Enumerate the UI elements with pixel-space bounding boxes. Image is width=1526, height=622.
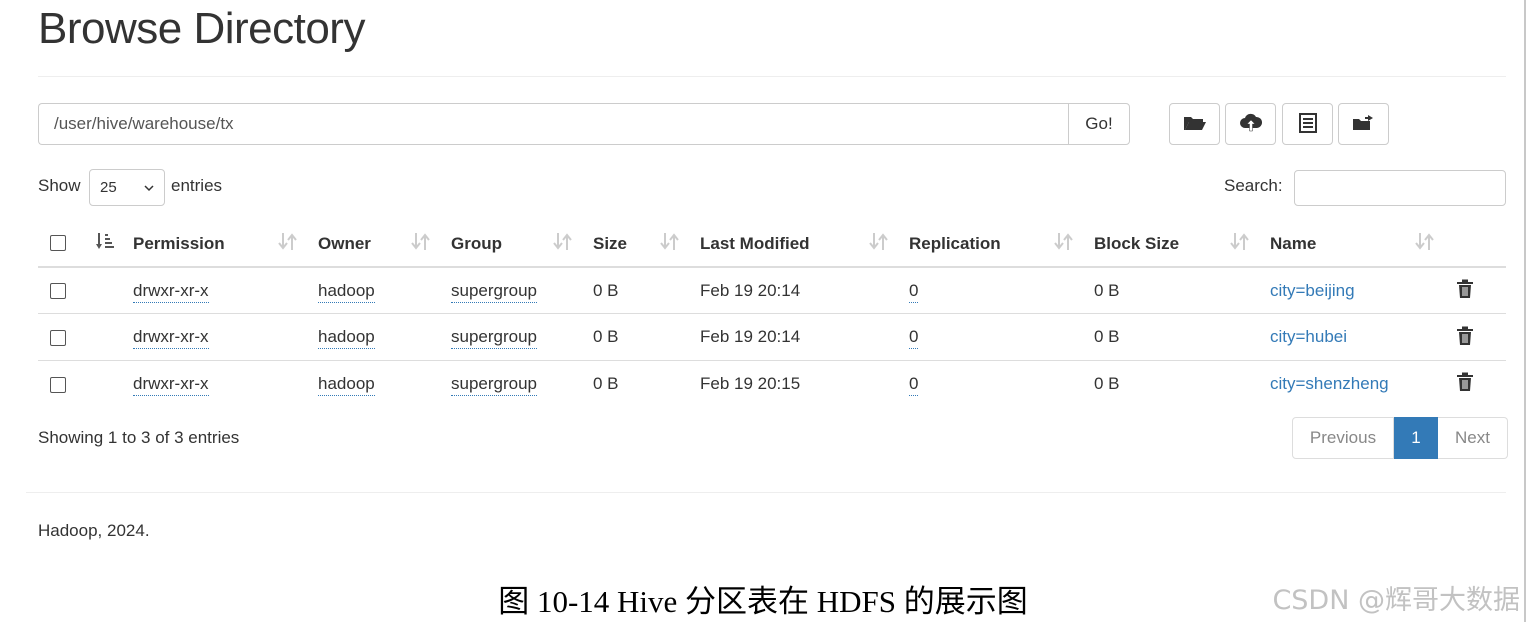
column-header-permission[interactable]: Permission: [133, 234, 225, 254]
folder-move-icon: [1352, 114, 1376, 135]
replication-cell[interactable]: 0: [909, 327, 919, 349]
owner-cell[interactable]: hadoop: [318, 327, 375, 349]
owner-cell[interactable]: hadoop: [318, 374, 375, 396]
last-modified-cell: Feb 19 20:14: [700, 281, 801, 300]
page-length-value: 25: [100, 179, 117, 196]
owner-cell[interactable]: hadoop: [318, 281, 375, 303]
sort-both-icon[interactable]: [1230, 231, 1250, 253]
list-view-button[interactable]: [1282, 103, 1333, 145]
size-cell: 0 B: [593, 374, 619, 393]
replication-cell[interactable]: 0: [909, 374, 919, 396]
trash-icon[interactable]: [1456, 326, 1474, 346]
pagination: Previous 1 Next: [1292, 417, 1508, 459]
size-cell: 0 B: [593, 327, 619, 346]
go-button[interactable]: Go!: [1068, 103, 1130, 145]
trash-icon[interactable]: [1456, 372, 1474, 392]
row-divider: [38, 360, 1506, 361]
block-size-cell: 0 B: [1094, 327, 1120, 346]
sort-amount-icon[interactable]: [95, 231, 115, 253]
block-size-cell: 0 B: [1094, 281, 1120, 300]
permission-cell[interactable]: drwxr-xr-x: [133, 281, 209, 303]
group-cell[interactable]: supergroup: [451, 374, 538, 396]
name-link[interactable]: city=beijing: [1270, 281, 1355, 301]
table-info: Showing 1 to 3 of 3 entries: [38, 428, 240, 447]
sort-both-icon[interactable]: [1415, 231, 1435, 253]
footer-text: Hadoop, 2024.: [38, 521, 150, 540]
group-cell[interactable]: supergroup: [451, 281, 538, 303]
last-modified-cell: Feb 19 20:14: [700, 327, 801, 346]
previous-button[interactable]: Previous: [1292, 417, 1394, 459]
folder-open-icon: [1183, 114, 1207, 135]
upload-button[interactable]: [1225, 103, 1276, 145]
column-header-name[interactable]: Name: [1270, 234, 1316, 254]
move-button[interactable]: [1338, 103, 1389, 145]
page-1-button[interactable]: 1: [1394, 417, 1438, 459]
column-header-replication[interactable]: Replication: [909, 234, 1001, 254]
list-icon: [1298, 112, 1317, 136]
column-header-block-size[interactable]: Block Size: [1094, 234, 1179, 254]
cloud-upload-icon: [1239, 113, 1262, 136]
permission-cell[interactable]: drwxr-xr-x: [133, 374, 209, 396]
page-title: Browse Directory: [38, 4, 365, 53]
permission-cell[interactable]: drwxr-xr-x: [133, 327, 209, 349]
row-checkbox[interactable]: [50, 377, 66, 393]
sort-both-icon[interactable]: [660, 231, 680, 253]
sort-both-icon[interactable]: [278, 231, 298, 253]
footer-divider: [26, 492, 1506, 493]
column-header-size[interactable]: Size: [593, 234, 627, 254]
path-bar: Go!: [38, 103, 1130, 145]
title-divider: [38, 76, 1506, 77]
sort-both-icon[interactable]: [411, 231, 431, 253]
row-divider: [38, 313, 1506, 314]
chevron-down-icon: [144, 179, 154, 196]
column-header-owner[interactable]: Owner: [318, 234, 371, 254]
row-checkbox[interactable]: [50, 283, 66, 299]
create-directory-button[interactable]: [1169, 103, 1220, 145]
entries-label: entries: [171, 176, 223, 195]
group-cell[interactable]: supergroup: [451, 327, 538, 349]
block-size-cell: 0 B: [1094, 374, 1120, 393]
watermark: CSDN @辉哥大数据: [1272, 585, 1520, 616]
search-input[interactable]: [1294, 170, 1506, 206]
sort-both-icon[interactable]: [1054, 231, 1074, 253]
name-link[interactable]: city=shenzheng: [1270, 374, 1389, 394]
search-label: Search:: [1224, 176, 1283, 195]
select-all-checkbox[interactable]: [50, 235, 66, 251]
column-header-last-modified[interactable]: Last Modified: [700, 234, 810, 254]
show-label: Show: [38, 176, 81, 195]
column-header-group[interactable]: Group: [451, 234, 502, 254]
name-link[interactable]: city=hubei: [1270, 327, 1347, 347]
sort-both-icon[interactable]: [869, 231, 889, 253]
row-checkbox[interactable]: [50, 330, 66, 346]
size-cell: 0 B: [593, 281, 619, 300]
trash-icon[interactable]: [1456, 279, 1474, 299]
table-header-divider: [38, 266, 1506, 268]
replication-cell[interactable]: 0: [909, 281, 919, 303]
last-modified-cell: Feb 19 20:15: [700, 374, 801, 393]
sort-both-icon[interactable]: [553, 231, 573, 253]
page-length-select[interactable]: 25: [89, 169, 165, 206]
next-button[interactable]: Next: [1438, 417, 1508, 459]
path-input[interactable]: [38, 103, 1068, 145]
